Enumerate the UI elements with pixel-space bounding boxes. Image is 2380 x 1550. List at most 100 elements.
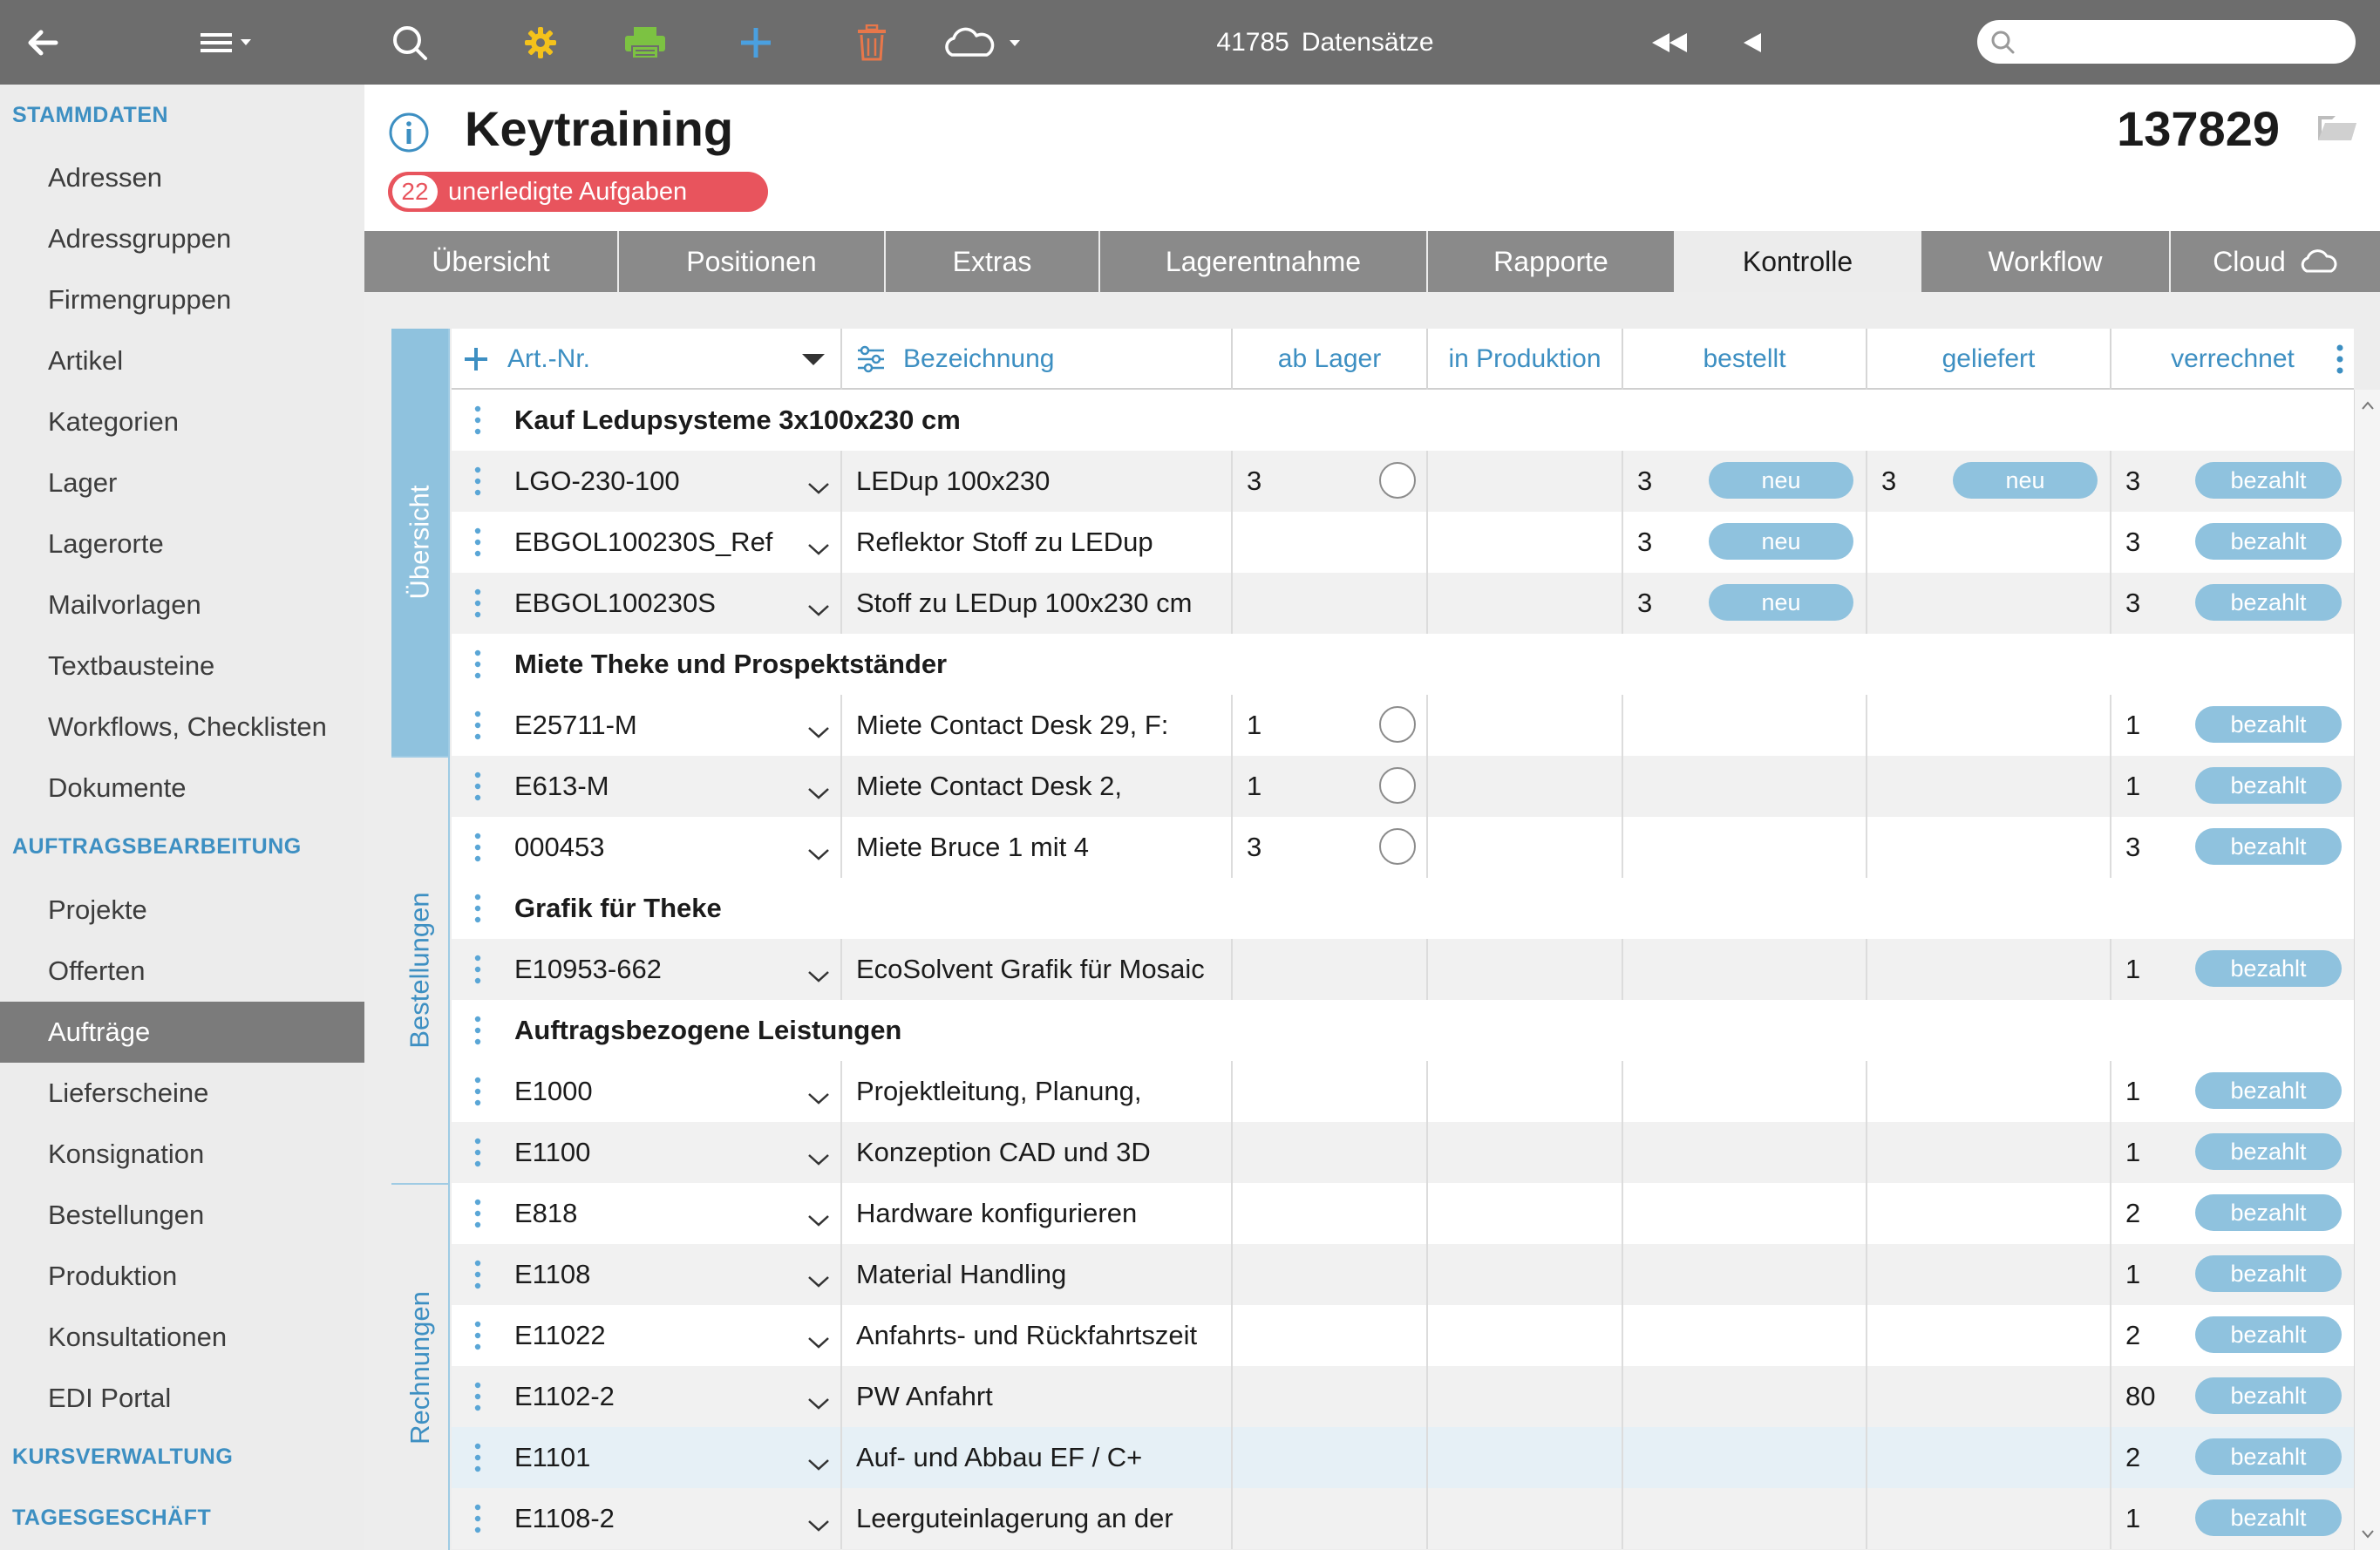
cell-art-nr[interactable]: E1108 xyxy=(452,1244,842,1305)
chevron-down-icon[interactable] xyxy=(806,1334,832,1351)
art-nr-dropdown[interactable] xyxy=(806,1266,832,1297)
sidebar-section-auftragsbearbeitung[interactable]: AUFTRAGSBEARBEITUNG xyxy=(12,834,302,860)
chevron-down-icon[interactable] xyxy=(806,1151,832,1168)
group-row[interactable]: Grafik für Theke xyxy=(452,878,2354,939)
chevron-down-icon[interactable] xyxy=(806,1456,832,1473)
cell-bezeichnung[interactable]: Stoff zu LEDup 100x230 cm xyxy=(842,573,1233,634)
print-button[interactable] xyxy=(619,0,671,85)
cell-bezeichnung[interactable]: Hardware konfigurieren xyxy=(842,1183,1233,1244)
sidebar-section-stammdaten[interactable]: STAMMDATEN xyxy=(12,103,168,128)
scroll-up-icon[interactable] xyxy=(2355,393,2380,419)
row-handle-icon[interactable] xyxy=(473,1015,482,1046)
status-badge[interactable]: bezahlt xyxy=(2195,1499,2342,1536)
table-row[interactable]: E818 Hardware konfigurieren 2 bezahlt xyxy=(452,1183,2354,1244)
table-row[interactable]: E10953-662 EcoSolvent Grafik für Mosaic 1 b… xyxy=(452,939,2354,1000)
column-bezeichnung[interactable]: Bezeichnung xyxy=(842,329,1233,390)
tab-rapporte[interactable]: Rapporte xyxy=(1428,231,1676,292)
sidebar-item-projekte[interactable]: Projekte xyxy=(0,880,364,941)
art-nr-dropdown[interactable] xyxy=(806,1205,832,1236)
cell-art-nr[interactable]: LGO-230-100 xyxy=(452,451,842,512)
art-nr-dropdown[interactable] xyxy=(806,1449,832,1480)
cell-art-nr[interactable]: E1101 xyxy=(452,1427,842,1488)
sidebar-item-adressgruppen[interactable]: Adressgruppen xyxy=(0,208,364,269)
status-badge[interactable]: bezahlt xyxy=(2195,584,2342,621)
art-nr-dropdown[interactable] xyxy=(806,1327,832,1358)
row-handle-icon[interactable] xyxy=(473,404,482,436)
cell-bezeichnung[interactable]: EcoSolvent Grafik für Mosaic xyxy=(842,939,1233,1000)
status-badge[interactable]: neu xyxy=(1953,462,2098,499)
cell-art-nr[interactable]: E818 xyxy=(452,1183,842,1244)
open-tasks-badge[interactable]: 22 unerledigte Aufgaben xyxy=(388,172,768,212)
group-row[interactable]: Auftragsbezogene Leistungen xyxy=(452,1000,2354,1061)
tab-positionen[interactable]: Positionen xyxy=(619,231,886,292)
status-badge[interactable]: bezahlt xyxy=(2195,1194,2342,1231)
chevron-down-icon[interactable] xyxy=(806,1395,832,1412)
sidebar-item-offerten[interactable]: Offerten xyxy=(0,941,364,1002)
status-badge[interactable]: neu xyxy=(1709,584,1853,621)
row-handle[interactable] xyxy=(452,634,504,695)
cell-bezeichnung[interactable]: Anfahrts- und Rückfahrtszeit xyxy=(842,1305,1233,1366)
cell-art-nr[interactable]: E1100 xyxy=(452,1122,842,1183)
sidebar-item-dokumente[interactable]: Dokumente xyxy=(0,758,364,819)
plus-icon[interactable] xyxy=(462,345,490,373)
table-row[interactable]: 000453 Miete Bruce 1 mit 4 3 3 bezahlt xyxy=(452,817,2354,878)
row-handle-icon[interactable] xyxy=(473,649,482,680)
art-nr-dropdown[interactable] xyxy=(806,595,832,626)
cell-bezeichnung[interactable]: Reflektor Stoff zu LEDup xyxy=(842,512,1233,573)
table-row[interactable]: E1000 Projektleitung, Planung, 1 bezahlt xyxy=(452,1061,2354,1122)
cell-art-nr[interactable]: 000453 xyxy=(452,817,842,878)
table-row[interactable]: E1108-2 Leergutеinlagerung an der 1 bezahlt xyxy=(452,1488,2354,1549)
cell-art-nr[interactable]: EBGOL100230S_Ref xyxy=(452,512,842,573)
status-badge[interactable]: bezahlt xyxy=(2195,523,2342,560)
sidebar-item-edi-portal[interactable]: EDI Portal xyxy=(0,1368,364,1429)
vtab-rechnungen[interactable]: Rechnungen xyxy=(391,1183,450,1550)
chevron-down-icon[interactable] xyxy=(806,724,832,741)
row-handle[interactable] xyxy=(452,878,504,939)
art-nr-dropdown[interactable] xyxy=(806,961,832,992)
search-box[interactable] xyxy=(1977,20,2356,64)
sidebar-item-konsignation[interactable]: Konsignation xyxy=(0,1124,364,1185)
vertical-scrollbar[interactable] xyxy=(2354,390,2380,1550)
row-handle[interactable] xyxy=(452,390,504,451)
column-ab-lager[interactable]: ab Lager xyxy=(1233,329,1428,390)
art-nr-dropdown[interactable] xyxy=(806,839,832,870)
cell-art-nr[interactable]: E1000 xyxy=(452,1061,842,1122)
cell-bezeichnung[interactable]: Material Handling xyxy=(842,1244,1233,1305)
sidebar-item-kategorien[interactable]: Kategorien xyxy=(0,391,364,452)
chevron-down-icon[interactable] xyxy=(806,785,832,802)
previous-record-button[interactable] xyxy=(1731,0,1774,85)
search-input[interactable] xyxy=(2026,24,2340,59)
caret-down-icon[interactable] xyxy=(800,350,826,368)
cell-art-nr[interactable]: E1108-2 xyxy=(452,1488,842,1549)
group-row[interactable]: Kauf Ledupsysteme 3x100x230 cm xyxy=(452,390,2354,451)
cell-art-nr[interactable]: E11022 xyxy=(452,1305,842,1366)
cell-bezeichnung[interactable]: Miete Contact Desk 2, xyxy=(842,756,1233,817)
cell-bezeichnung[interactable]: Leergutеinlagerung an der xyxy=(842,1488,1233,1549)
sidebar-item-produktion[interactable]: Produktion xyxy=(0,1246,364,1307)
table-row[interactable]: E1102-2 PW Anfahrt 80 bezahlt xyxy=(452,1366,2354,1427)
status-badge[interactable]: bezahlt xyxy=(2195,462,2342,499)
cell-bezeichnung[interactable]: Miete Contact Desk 29, F: xyxy=(842,695,1233,756)
list-menu-button[interactable] xyxy=(192,0,262,85)
info-button[interactable] xyxy=(387,111,431,159)
column-art-nr[interactable]: Art.-Nr. xyxy=(452,329,842,390)
cell-bezeichnung[interactable]: Projektleitung, Planung, xyxy=(842,1061,1233,1122)
column-bestellt[interactable]: bestellt xyxy=(1623,329,1867,390)
art-nr-dropdown[interactable] xyxy=(806,534,832,565)
cell-bezeichnung[interactable]: LEDup 100x230 xyxy=(842,451,1233,512)
cell-bezeichnung[interactable]: Miete Bruce 1 mit 4 xyxy=(842,817,1233,878)
table-row[interactable]: E11022 Anfahrts- und Rückfahrtszeit 2 bezah… xyxy=(452,1305,2354,1366)
sidebar-item-lieferscheine[interactable]: Lieferscheine xyxy=(0,1063,364,1124)
sidebar-item-konsultationen[interactable]: Konsultationen xyxy=(0,1307,364,1368)
sidebar-item-lagerorte[interactable]: Lagerorte xyxy=(0,513,364,574)
status-badge[interactable]: bezahlt xyxy=(2195,1438,2342,1475)
sidebar-item-adressen[interactable]: Adressen xyxy=(0,147,364,208)
sidebar-item-firmengruppen[interactable]: Firmengruppen xyxy=(0,269,364,330)
first-record-button[interactable] xyxy=(1643,0,1696,85)
sidebar-item-mailvorlagen[interactable]: Mailvorlagen xyxy=(0,574,364,636)
sidebar-section-tagesgeschaeft[interactable]: TAGESGESCHÄFT xyxy=(12,1506,211,1531)
chevron-down-icon[interactable] xyxy=(806,846,832,863)
lager-check-circle[interactable] xyxy=(1379,462,1416,499)
status-badge[interactable]: bezahlt xyxy=(2195,1377,2342,1414)
status-badge[interactable]: bezahlt xyxy=(2195,767,2342,804)
